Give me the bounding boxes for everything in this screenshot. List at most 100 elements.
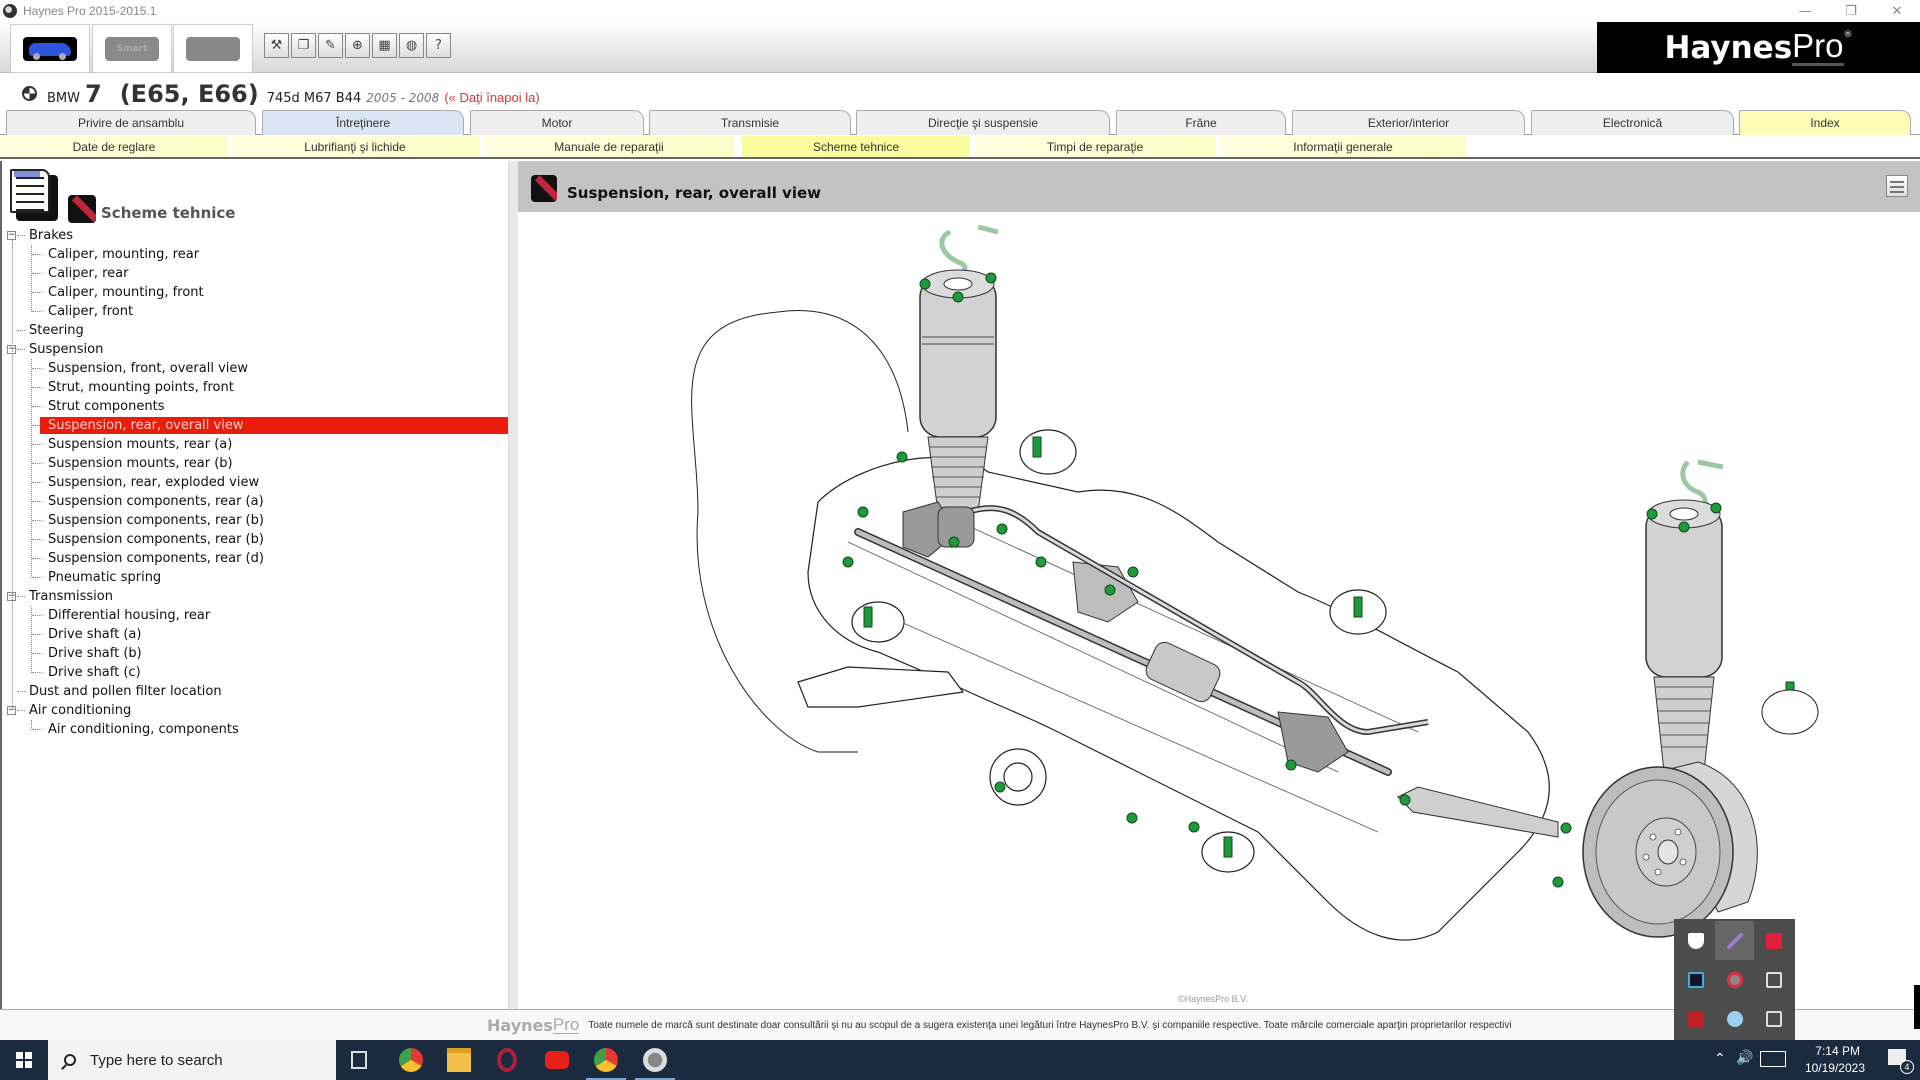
tree-item[interactable]: Suspension components, rear (a) xyxy=(2,492,508,511)
tree-group[interactable]: Dust and pollen filter location xyxy=(2,682,508,701)
edge-handle[interactable] xyxy=(1914,985,1920,1029)
tree-item-label: Drive shaft (b) xyxy=(48,646,142,661)
pen-app-icon[interactable] xyxy=(1715,921,1754,960)
toolbox-app-icon[interactable] xyxy=(1676,999,1715,1038)
chrome-icon[interactable] xyxy=(594,1048,618,1072)
tree-item[interactable]: Suspension components, rear (b) xyxy=(2,511,508,530)
tab-steering-suspension[interactable]: Direcţie şi suspensie xyxy=(856,110,1110,135)
car-icon xyxy=(23,36,77,61)
tree-item[interactable]: Suspension components, rear (b) xyxy=(2,530,508,549)
tree-connector xyxy=(32,501,42,502)
tree-connector xyxy=(32,672,42,673)
tree-connector xyxy=(32,615,42,616)
tree-item-label: Caliper, front xyxy=(48,304,134,319)
panel-splitter[interactable] xyxy=(508,161,518,1009)
subtab-lubricants[interactable]: Lubrifianţi şi lichide xyxy=(231,136,479,157)
tab-maintenance[interactable]: Întreţinere xyxy=(262,110,464,135)
tree-item[interactable]: Air conditioning, components xyxy=(2,720,508,739)
gear-app-icon[interactable] xyxy=(1715,999,1754,1038)
clock-date[interactable]: 10/19/2023 xyxy=(1805,1061,1865,1075)
tree-item[interactable]: Pneumatic spring xyxy=(2,568,508,587)
red-app-icon[interactable] xyxy=(1754,921,1793,960)
clock-time[interactable]: 7:14 PM xyxy=(1815,1044,1860,1058)
start-button[interactable] xyxy=(0,1040,48,1080)
youtube-icon[interactable] xyxy=(545,1051,569,1069)
haynespro-app-icon[interactable] xyxy=(643,1048,667,1072)
tree-item[interactable]: Caliper, front xyxy=(2,302,508,321)
subtab-repair-times[interactable]: Timpi de reparaţie xyxy=(975,136,1215,157)
collapse-toggle-icon[interactable]: − xyxy=(7,231,16,240)
tree-item[interactable]: Differential housing, rear xyxy=(2,606,508,625)
tree-group[interactable]: − Suspension xyxy=(2,340,508,359)
back-link[interactable]: (« Daţi înapoi la) xyxy=(444,90,539,105)
windows-security-icon[interactable] xyxy=(1676,921,1715,960)
volume-icon[interactable]: 🔊 xyxy=(1736,1049,1753,1066)
subtab-technical-drawings[interactable]: Scheme tehnice xyxy=(742,136,970,157)
tree-item[interactable]: Strut, mounting points, front xyxy=(2,378,508,397)
smartfix-module-button[interactable]: Smart xyxy=(92,24,172,73)
subtab-general-info[interactable]: Informaţii generale xyxy=(1220,136,1466,157)
tree-item[interactable]: Suspension, front, overall view xyxy=(2,359,508,378)
show-hidden-icons-chevron-icon[interactable]: ⌃ xyxy=(1714,1050,1726,1067)
vpn-app-icon[interactable] xyxy=(1676,960,1715,999)
tab-engine[interactable]: Motor xyxy=(470,110,644,135)
tree-item[interactable]: Drive shaft (a) xyxy=(2,625,508,644)
restore-button[interactable]: ❐ xyxy=(1828,0,1874,22)
tree-group[interactable]: − Brakes xyxy=(2,226,508,245)
tab-brakes[interactable]: Frâne xyxy=(1116,110,1286,135)
tree-item-label: Suspension components, rear (d) xyxy=(48,551,264,566)
minimize-button[interactable]: — xyxy=(1782,0,1828,22)
tree-connector xyxy=(32,558,42,559)
tab-electronics[interactable]: Electronică xyxy=(1531,110,1734,135)
subtab-adjustment-data[interactable]: Date de reglare xyxy=(0,136,228,157)
brake-disc xyxy=(1582,761,1758,938)
edit-icon: ✎ xyxy=(325,38,336,53)
tree-item[interactable]: Suspension components, rear (d) xyxy=(2,549,508,568)
help-button[interactable]: ? xyxy=(426,33,451,58)
tab-overview[interactable]: Privire de ansamblu xyxy=(6,110,256,135)
file-explorer-icon[interactable] xyxy=(447,1048,471,1072)
tools-button[interactable]: ⚒ xyxy=(264,33,289,58)
edit-button[interactable]: ✎ xyxy=(318,33,343,58)
taskbar-search[interactable]: Type here to search xyxy=(48,1040,336,1080)
tree-connector xyxy=(32,463,42,464)
truck-module-button[interactable] xyxy=(173,24,253,73)
subtab-repair-manuals[interactable]: Manuale de reparaţii xyxy=(484,136,734,157)
tree-item[interactable]: Suspension, rear, exploded view xyxy=(2,473,508,492)
globe-button[interactable]: ◍ xyxy=(399,33,424,58)
close-button[interactable]: ✕ xyxy=(1874,0,1920,22)
window-add-button[interactable]: ⊕ xyxy=(345,33,370,58)
tree-item[interactable]: Caliper, mounting, front xyxy=(2,283,508,302)
documents-button[interactable]: ❐ xyxy=(291,33,316,58)
print-button[interactable] xyxy=(1886,175,1908,197)
tree-connector xyxy=(31,359,32,578)
technical-drawing-icon xyxy=(531,175,557,202)
copy-app-icon[interactable] xyxy=(1754,999,1793,1038)
chrome-icon[interactable] xyxy=(399,1048,423,1072)
haynespro-logo: Haynes Pro ® xyxy=(1597,22,1920,73)
task-view-icon[interactable] xyxy=(351,1051,367,1069)
tab-index[interactable]: Index xyxy=(1739,110,1911,135)
tree-group[interactable]: Steering xyxy=(2,321,508,340)
technical-drawing-icon xyxy=(68,195,96,223)
tree-item[interactable]: Suspension mounts, rear (b) xyxy=(2,454,508,473)
tree-item[interactable]: Strut components xyxy=(2,397,508,416)
tree-item[interactable]: Caliper, rear xyxy=(2,264,508,283)
car-module-button[interactable] xyxy=(10,24,90,73)
tree-item[interactable]: Suspension, rear, overall view xyxy=(2,416,508,435)
tree-item[interactable]: Drive shaft (b) xyxy=(2,644,508,663)
tab-transmission[interactable]: Transmisie xyxy=(649,110,851,135)
keyboard-icon[interactable] xyxy=(1760,1051,1786,1067)
tree-item[interactable]: Caliper, mounting, rear xyxy=(2,245,508,264)
tree-group[interactable]: − Transmission xyxy=(2,587,508,606)
tree-item[interactable]: Suspension mounts, rear (a) xyxy=(2,435,508,454)
tree-item[interactable]: Drive shaft (c) xyxy=(2,663,508,682)
tree-item-label: Transmission xyxy=(29,589,113,604)
network-display-icon[interactable] xyxy=(1754,960,1793,999)
calculator-button[interactable]: ▦ xyxy=(372,33,397,58)
opera-icon[interactable] xyxy=(497,1048,517,1072)
tab-exterior-interior[interactable]: Exterior/interior xyxy=(1292,110,1525,135)
recorder-app-icon[interactable] xyxy=(1715,960,1754,999)
tree-item-label: Caliper, mounting, rear xyxy=(48,247,200,262)
tree-group[interactable]: − Air conditioning xyxy=(2,701,508,720)
